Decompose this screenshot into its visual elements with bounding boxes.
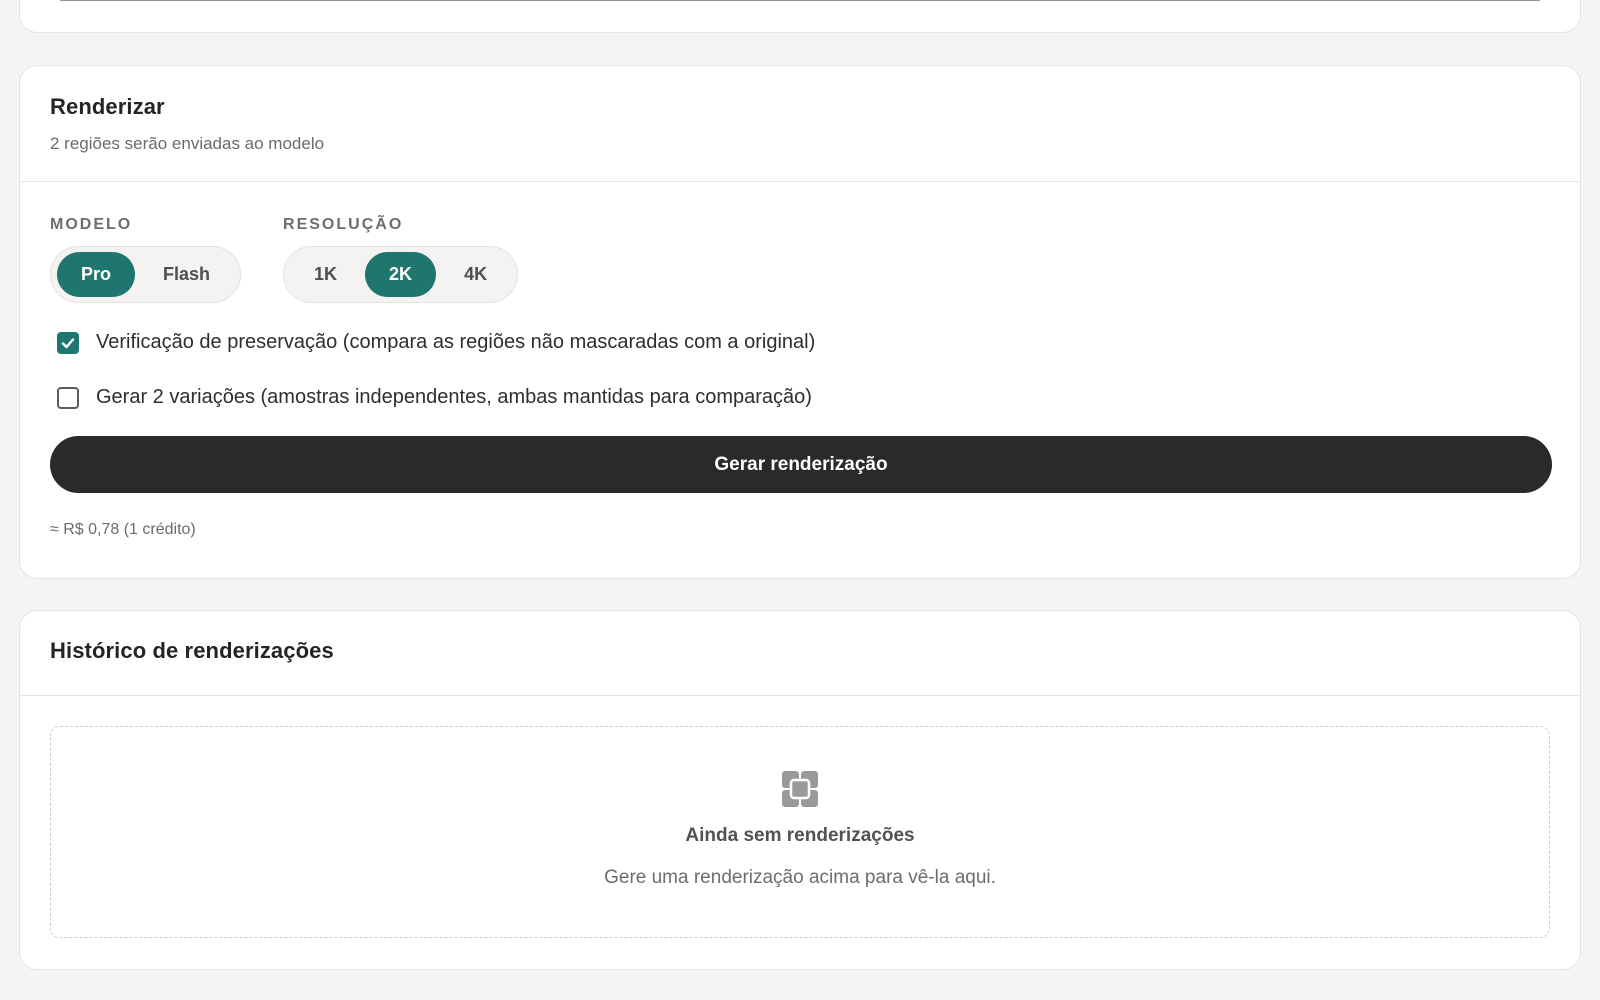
model-label: MODELO [50, 216, 133, 233]
resolution-option-2k[interactable]: 2K [365, 252, 437, 297]
model-option-flash[interactable]: Flash [139, 252, 234, 297]
variations-check-row[interactable]: Gerar 2 variações (amostras independente… [50, 386, 1550, 409]
preservation-check-row[interactable]: Verificação de preservação (compara as r… [50, 331, 1550, 354]
model-group: MODELO Pro Flash [50, 216, 242, 303]
scroll-progress-bar [58, 0, 1542, 1]
preservation-checkbox[interactable] [57, 331, 79, 354]
preservation-check-label: Verificação de preservação (compara as r… [96, 331, 816, 353]
render-card: Renderizar 2 regiões serão enviadas ao m… [19, 65, 1581, 579]
cost-estimate: ≈ R$ 0,78 (1 crédito) [50, 521, 196, 538]
render-title: Renderizar [50, 94, 165, 119]
history-empty-state: Ainda sem renderizações Gere uma renderi… [50, 726, 1550, 938]
history-title: Histórico de renderizações [50, 638, 334, 663]
render-card-header: Renderizar 2 regiões serão enviadas ao m… [20, 66, 1580, 182]
model-segmented-control: Pro Flash [50, 246, 242, 303]
resolution-option-1k[interactable]: 1K [290, 252, 361, 297]
resolution-label: RESOLUÇÃO [283, 216, 404, 233]
history-card: Histórico de renderizações Ainda sem ren… [19, 610, 1581, 970]
variations-checkbox[interactable] [57, 386, 79, 409]
resolution-segmented-control: 1K 2K 4K [283, 246, 519, 303]
previous-card [19, 0, 1581, 33]
generate-render-button[interactable]: Gerar renderização [50, 436, 1552, 493]
resolution-group: RESOLUÇÃO 1K 2K 4K [283, 216, 519, 303]
render-card-body: MODELO Pro Flash RESOLUÇÃO 1K 2K 4K Veri… [20, 216, 1580, 539]
resolution-option-4k[interactable]: 4K [440, 252, 511, 297]
model-option-pro[interactable]: Pro [57, 252, 136, 297]
history-card-header: Histórico de renderizações [20, 611, 1580, 696]
history-empty-title: Ainda sem renderizações [685, 825, 915, 846]
variations-check-label: Gerar 2 variações (amostras independente… [96, 386, 812, 408]
history-empty-text: Gere uma renderização acima para vê-la a… [604, 867, 996, 888]
option-groups: MODELO Pro Flash RESOLUÇÃO 1K 2K 4K [50, 216, 1550, 303]
render-subtitle: 2 regiões serão enviadas ao modelo [50, 134, 325, 153]
checkmark-icon [61, 337, 75, 348]
render-stack-icon [782, 771, 818, 807]
